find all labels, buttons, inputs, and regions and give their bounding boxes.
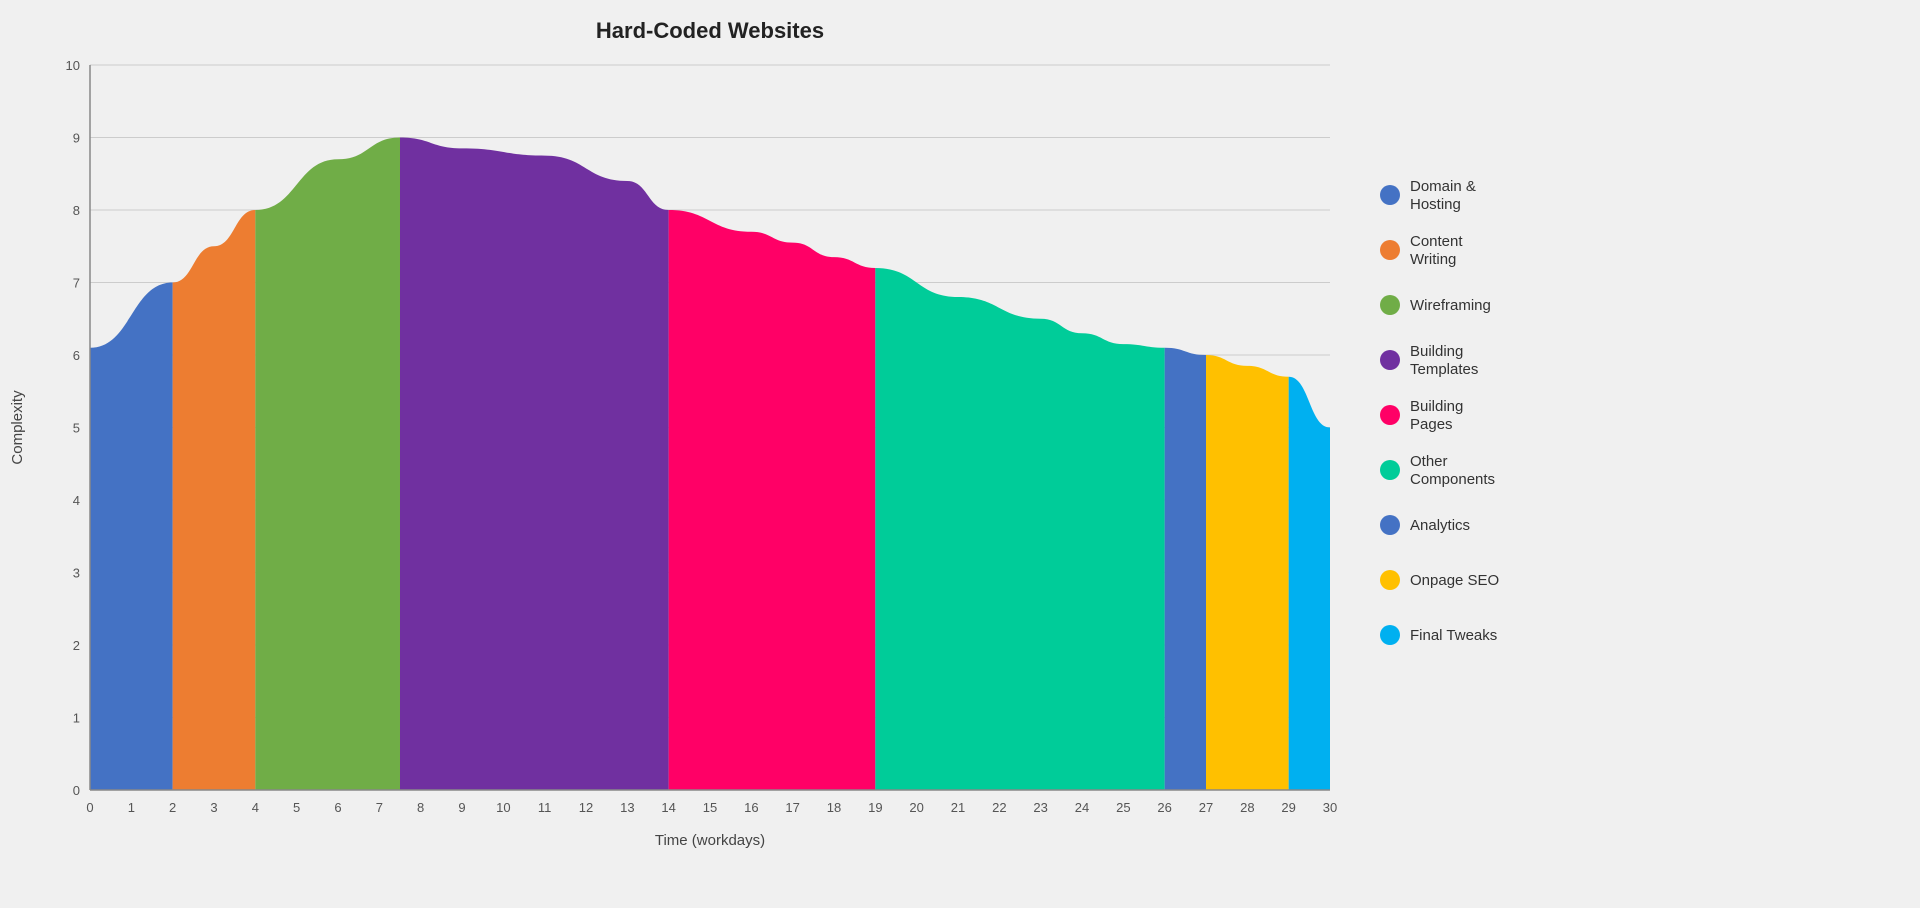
legend-dot-other-components	[1380, 460, 1400, 480]
x-tick-label: 19	[868, 800, 882, 815]
x-tick-label: 6	[334, 800, 341, 815]
x-tick-label: 0	[86, 800, 93, 815]
y-tick-label: 7	[73, 276, 80, 291]
legend-label: Onpage SEO	[1410, 572, 1499, 589]
segment-wireframing	[255, 138, 400, 791]
segment-building-templates	[400, 138, 669, 791]
y-tick-label: 5	[73, 421, 80, 436]
x-tick-label: 25	[1116, 800, 1130, 815]
y-tick-label: 4	[73, 493, 80, 508]
x-tick-label: 14	[661, 800, 675, 815]
x-tick-label: 22	[992, 800, 1006, 815]
legend-label: Components	[1410, 471, 1495, 488]
y-tick-label: 1	[73, 711, 80, 726]
legend-label: Hosting	[1410, 196, 1461, 213]
x-tick-label: 13	[620, 800, 634, 815]
legend-label: Wireframing	[1410, 297, 1491, 314]
segment-analytics	[1165, 348, 1206, 790]
x-tick-label: 29	[1281, 800, 1295, 815]
x-tick-label: 5	[293, 800, 300, 815]
legend-dot-onpage-seo	[1380, 570, 1400, 590]
segment-content-writing	[173, 210, 256, 790]
x-tick-label: 17	[785, 800, 799, 815]
chart-title: Hard-Coded Websites	[596, 18, 824, 43]
x-tick-label: 2	[169, 800, 176, 815]
y-tick-label: 9	[73, 131, 80, 146]
legend-dot-wireframing	[1380, 295, 1400, 315]
x-tick-label: 30	[1323, 800, 1337, 815]
x-tick-label: 15	[703, 800, 717, 815]
legend-label: Final Tweaks	[1410, 627, 1497, 644]
legend-label: Other	[1410, 453, 1448, 470]
x-tick-label: 24	[1075, 800, 1089, 815]
chart-container: Hard-Coded Websites012345678910012345678…	[0, 0, 1920, 908]
x-tick-label: 27	[1199, 800, 1213, 815]
y-tick-label: 6	[73, 348, 80, 363]
legend-label: Content	[1410, 233, 1463, 250]
legend-dot-building-pages	[1380, 405, 1400, 425]
x-tick-label: 20	[909, 800, 923, 815]
x-tick-label: 7	[376, 800, 383, 815]
segment-onpage-seo	[1206, 355, 1289, 790]
x-tick-label: 26	[1157, 800, 1171, 815]
legend-label: Templates	[1410, 361, 1478, 378]
x-tick-label: 8	[417, 800, 424, 815]
segment-other-components	[875, 268, 1164, 790]
x-tick-label: 11	[538, 800, 552, 815]
legend-dot-content-writing	[1380, 240, 1400, 260]
legend-label: Writing	[1410, 251, 1456, 268]
x-tick-label: 4	[252, 800, 259, 815]
y-tick-label: 10	[66, 58, 80, 73]
y-tick-label: 3	[73, 566, 80, 581]
legend-dot-analytics	[1380, 515, 1400, 535]
y-tick-label: 2	[73, 638, 80, 653]
legend-label: Building	[1410, 343, 1463, 360]
legend-dot-building-templates	[1380, 350, 1400, 370]
y-axis-label: Complexity	[9, 390, 26, 465]
y-tick-label: 0	[73, 783, 80, 798]
legend-label: Pages	[1410, 416, 1453, 433]
legend-label: Building	[1410, 398, 1463, 415]
x-tick-label: 28	[1240, 800, 1254, 815]
x-tick-label: 23	[1033, 800, 1047, 815]
legend-label: Analytics	[1410, 517, 1470, 534]
legend-label: Domain &	[1410, 178, 1476, 195]
segment-final-tweaks	[1289, 377, 1330, 790]
y-tick-label: 8	[73, 203, 80, 218]
x-tick-label: 12	[579, 800, 593, 815]
x-tick-label: 18	[827, 800, 841, 815]
segment-building-pages	[669, 210, 876, 790]
x-tick-label: 1	[128, 800, 135, 815]
x-tick-label: 3	[210, 800, 217, 815]
legend-dot-domain-&-hosting	[1380, 185, 1400, 205]
x-tick-label: 9	[458, 800, 465, 815]
legend-dot-final-tweaks	[1380, 625, 1400, 645]
segment-domain-&-hosting	[90, 283, 173, 791]
x-tick-label: 21	[951, 800, 965, 815]
x-tick-label: 10	[496, 800, 510, 815]
x-tick-label: 16	[744, 800, 758, 815]
chart-svg: Hard-Coded Websites012345678910012345678…	[0, 0, 1920, 908]
x-axis-label: Time (workdays)	[655, 832, 765, 849]
